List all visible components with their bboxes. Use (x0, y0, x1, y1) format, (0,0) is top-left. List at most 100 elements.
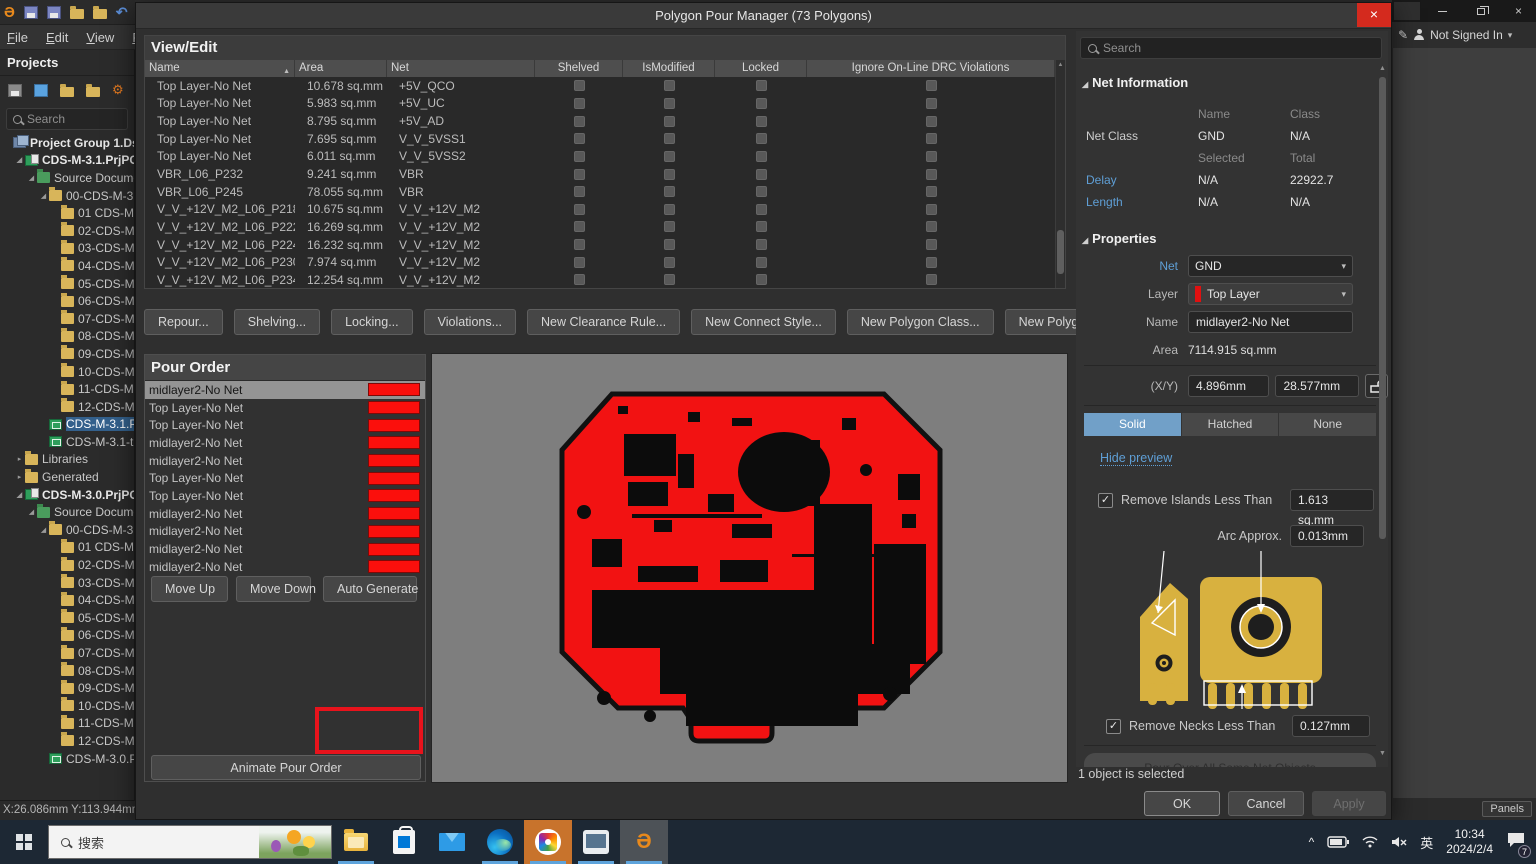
remove-islands-input[interactable]: 1.613 sq.mm (1290, 489, 1374, 511)
folder-settings-icon[interactable] (86, 87, 100, 97)
shelved-checkbox[interactable] (574, 204, 585, 215)
gear-icon[interactable]: ⚙ (112, 82, 124, 98)
hide-preview-link[interactable]: Hide preview (1100, 451, 1172, 466)
ismodified-checkbox[interactable] (664, 98, 675, 109)
pour-order-item[interactable]: midlayer2-No Net (145, 505, 425, 523)
tree-item[interactable]: 07-CDS-M (0, 310, 134, 328)
locked-checkbox[interactable] (756, 257, 767, 268)
table-row[interactable]: V_V_+12V_M2_L06_P224 16.232 sq.mm V_V_+1… (145, 236, 1065, 254)
pour-order-item[interactable]: Top Layer-No Net (145, 416, 425, 434)
tree-item[interactable]: 03-CDS-M (0, 574, 134, 592)
tree-expand-icon[interactable]: ◢ (26, 508, 37, 516)
panels-button[interactable]: Panels (1482, 801, 1532, 817)
tree-item[interactable]: ◢ CDS-M-3.1.PrjPC (0, 152, 134, 170)
taskbar-altium[interactable]: Ə (620, 820, 668, 864)
apply-button[interactable]: Apply (1312, 791, 1386, 816)
move-up-button[interactable]: Move Up (151, 576, 228, 602)
tree-item[interactable]: 11-CDS-M (0, 715, 134, 733)
ismodified-checkbox[interactable] (664, 274, 675, 285)
clock[interactable]: 10:34 2024/2/4 (1446, 827, 1493, 857)
column-ismodified[interactable]: IsModified (623, 60, 715, 77)
pour-order-item[interactable]: Top Layer-No Net (145, 399, 425, 417)
dialog-close-button[interactable]: × (1357, 3, 1391, 27)
table-row[interactable]: Top Layer-No Net 8.795 sq.mm +5V_AD (145, 112, 1065, 130)
ismodified-checkbox[interactable] (664, 204, 675, 215)
column-net[interactable]: Net (387, 60, 535, 77)
tree-expand-icon[interactable]: ▸ (14, 473, 25, 481)
table-row[interactable]: VBR_L06_P245 78.055 sq.mm VBR (145, 183, 1065, 201)
tree-expand-icon[interactable]: ◢ (26, 174, 37, 182)
shelved-checkbox[interactable] (574, 274, 585, 285)
tree-item[interactable]: 08-CDS-M (0, 662, 134, 680)
tree-item[interactable]: 01 CDS-M- (0, 204, 134, 222)
tree-expand-icon[interactable]: ◢ (38, 192, 49, 200)
ime-indicator[interactable]: 英 (1420, 833, 1433, 852)
locked-checkbox[interactable] (756, 274, 767, 285)
ignore-drc-checkbox[interactable] (926, 204, 937, 215)
save-project-icon[interactable] (8, 84, 22, 97)
column-ignore-drc[interactable]: Ignore On-Line DRC Violations (807, 60, 1055, 77)
ignore-drc-checkbox[interactable] (926, 257, 937, 268)
ignore-drc-checkbox[interactable] (926, 151, 937, 162)
move-down-button[interactable]: Move Down (236, 576, 311, 602)
open-project-icon[interactable] (93, 9, 107, 19)
y-input[interactable]: 28.577mm (1275, 375, 1358, 397)
ismodified-checkbox[interactable] (664, 221, 675, 232)
tree-item[interactable]: CDS-M-3.1.P (0, 416, 134, 434)
notification-center[interactable]: 7 (1506, 831, 1526, 854)
column-area[interactable]: Area (295, 60, 387, 77)
ignore-drc-checkbox[interactable] (926, 274, 937, 285)
ignore-drc-checkbox[interactable] (926, 239, 937, 250)
table-row[interactable]: V_V_+12V_M2_L06_P234 12.254 sq.mm V_V_+1… (145, 271, 1065, 289)
action-button[interactable]: Violations... (424, 309, 516, 335)
tab-hatched[interactable]: Hatched (1182, 413, 1279, 436)
shelved-checkbox[interactable] (574, 186, 585, 197)
tree-item[interactable]: 03-CDS-M (0, 240, 134, 258)
pour-over-button-clipped[interactable]: Pour Over All Same Net Objects (1084, 753, 1376, 767)
ismodified-checkbox[interactable] (664, 80, 675, 91)
ignore-drc-checkbox[interactable] (926, 169, 937, 180)
action-button[interactable]: New Clearance Rule... (527, 309, 680, 335)
action-button[interactable]: Shelving... (234, 309, 320, 335)
ignore-drc-checkbox[interactable] (926, 98, 937, 109)
locked-checkbox[interactable] (756, 169, 767, 180)
not-signed-in-label[interactable]: Not Signed In (1430, 28, 1503, 42)
remove-necks-input[interactable]: 0.127mm (1292, 715, 1370, 737)
net-label[interactable]: Net (1076, 259, 1188, 273)
ismodified-checkbox[interactable] (664, 151, 675, 162)
ismodified-checkbox[interactable] (664, 257, 675, 268)
table-scrollbar[interactable]: ▲ (1055, 60, 1065, 288)
tree-item[interactable]: 10-CDS-M (0, 363, 134, 381)
save-icon[interactable] (24, 6, 38, 19)
shelved-checkbox[interactable] (574, 239, 585, 250)
locked-checkbox[interactable] (756, 98, 767, 109)
restore-icon[interactable] (1477, 8, 1485, 15)
ismodified-checkbox[interactable] (664, 169, 675, 180)
shelved-checkbox[interactable] (574, 116, 585, 127)
locked-checkbox[interactable] (756, 151, 767, 162)
layer-dropdown[interactable]: Top Layer▾ (1188, 283, 1353, 305)
remove-necks-checkbox[interactable]: ✓ (1106, 719, 1121, 734)
scroll-down-icon[interactable]: ▼ (1378, 750, 1387, 757)
taskbar-snipping-app[interactable] (572, 820, 620, 864)
locked-checkbox[interactable] (756, 221, 767, 232)
ignore-drc-checkbox[interactable] (926, 186, 937, 197)
tree-item[interactable]: 06-CDS-M (0, 627, 134, 645)
action-button[interactable]: New Polygon Class... (847, 309, 994, 335)
volume-muted-icon[interactable] (1391, 836, 1407, 848)
table-row[interactable]: VBR_L06_P232 9.241 sq.mm VBR (145, 165, 1065, 183)
ignore-drc-checkbox[interactable] (926, 221, 937, 232)
arc-approx-input[interactable]: 0.013mm (1290, 525, 1364, 547)
column-locked[interactable]: Locked (715, 60, 807, 77)
shelved-checkbox[interactable] (574, 133, 585, 144)
table-row[interactable]: Top Layer-No Net 10.678 sq.mm +5V_QCO (145, 77, 1065, 95)
clipboard-icon[interactable] (34, 84, 48, 97)
auto-generate-button[interactable]: Auto Generate (323, 576, 417, 602)
ok-button[interactable]: OK (1144, 791, 1220, 816)
locked-checkbox[interactable] (756, 186, 767, 197)
menu-edit[interactable]: Edit (46, 30, 68, 45)
tree-item[interactable]: CDS-M-3.1-t (0, 433, 134, 451)
tray-expand-icon[interactable]: ^ (1309, 835, 1315, 849)
tree-item[interactable]: 10-CDS-M (0, 697, 134, 715)
shelved-checkbox[interactable] (574, 98, 585, 109)
